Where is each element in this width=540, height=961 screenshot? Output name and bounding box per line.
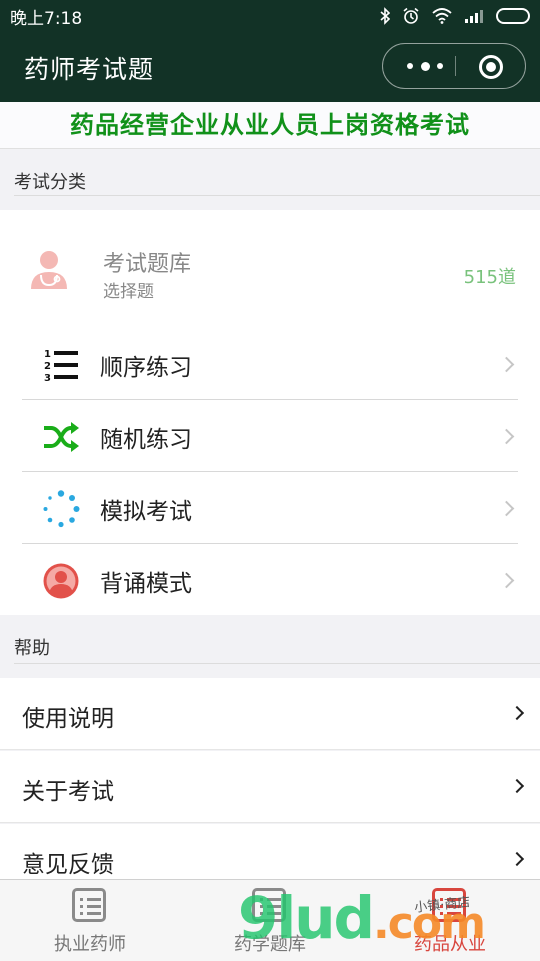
title-bar: 药师考试题 [0,32,540,102]
status-bar: 晚上7:18 [0,0,540,32]
question-bank-title: 考试题库 [103,252,192,277]
capsule-divider [455,56,456,76]
site-watermark: 9lud.com 小镇·商店 [238,884,538,960]
shuffle-icon [44,422,79,452]
alarm-icon [403,7,419,24]
question-count: 515道 [463,267,516,288]
row-divider [0,749,540,750]
wifi-icon [432,8,452,24]
chevron-right-icon [498,500,515,517]
help-item-label: 使用说明 [22,706,114,732]
svg-text:1: 1 [44,349,51,360]
status-time: 晚上7:18 [10,8,83,29]
chevron-right-icon [509,778,525,794]
chevron-right-icon [509,851,525,867]
menu-item-random-practice[interactable]: 随机练习 [22,400,518,472]
loading-dots-icon [43,490,80,528]
help-item-label: 关于考试 [22,779,114,805]
section-title-help: 帮助 [14,638,50,659]
chevron-right-icon [498,572,515,589]
svg-text:2: 2 [44,361,51,372]
section-title-exam-category: 考试分类 [14,172,86,193]
battery-icon [496,8,530,24]
menu-item-mock-exam[interactable]: 模拟考试 [22,472,518,544]
menu-item-label: 顺序练习 [100,355,192,381]
more-menu-button[interactable] [407,44,443,88]
close-mini-program-button[interactable] [479,55,503,79]
help-item-instructions[interactable]: 使用说明 [0,678,540,750]
help-item-label: 意见反馈 [22,852,114,878]
tab-label: 执业药师 [54,934,126,955]
status-icons [380,7,530,25]
chevron-right-icon [509,705,525,721]
menu-item-label: 背诵模式 [100,571,192,597]
signal-icon [465,10,483,23]
menu-item-label: 随机练习 [100,427,192,453]
section-divider [14,663,540,664]
bluetooth-icon [380,7,390,25]
help-item-about-exam[interactable]: 关于考试 [0,751,540,823]
mini-program-capsule [382,43,526,89]
menu-item-recite-mode[interactable]: 背诵模式 [22,544,518,616]
svg-text:3: 3 [44,373,51,384]
list-document-icon [72,888,106,922]
ordered-list-icon: 1 2 3 [44,349,78,384]
chevron-right-icon [498,428,515,445]
page-title: 药师考试题 [24,55,155,84]
exam-category-card: 考试题库 选择题 515道 1 2 3 顺序练习 随机练习 模拟考试 背诵模式 [0,210,540,615]
chevron-right-icon [498,356,515,373]
user-avatar-icon [43,563,79,599]
tab-licensed-pharmacist[interactable]: 执业药师 [0,880,180,961]
row-divider [0,822,540,823]
doctor-icon [31,251,67,289]
exam-banner: 药品经营企业从业人员上岗资格考试 [0,102,540,149]
section-divider [14,195,540,196]
question-bank-subtitle: 选择题 [103,282,154,302]
question-bank-row[interactable]: 考试题库 选择题 515道 [0,210,540,330]
menu-item-label: 模拟考试 [100,499,192,525]
menu-item-sequential-practice[interactable]: 1 2 3 顺序练习 [22,328,518,400]
